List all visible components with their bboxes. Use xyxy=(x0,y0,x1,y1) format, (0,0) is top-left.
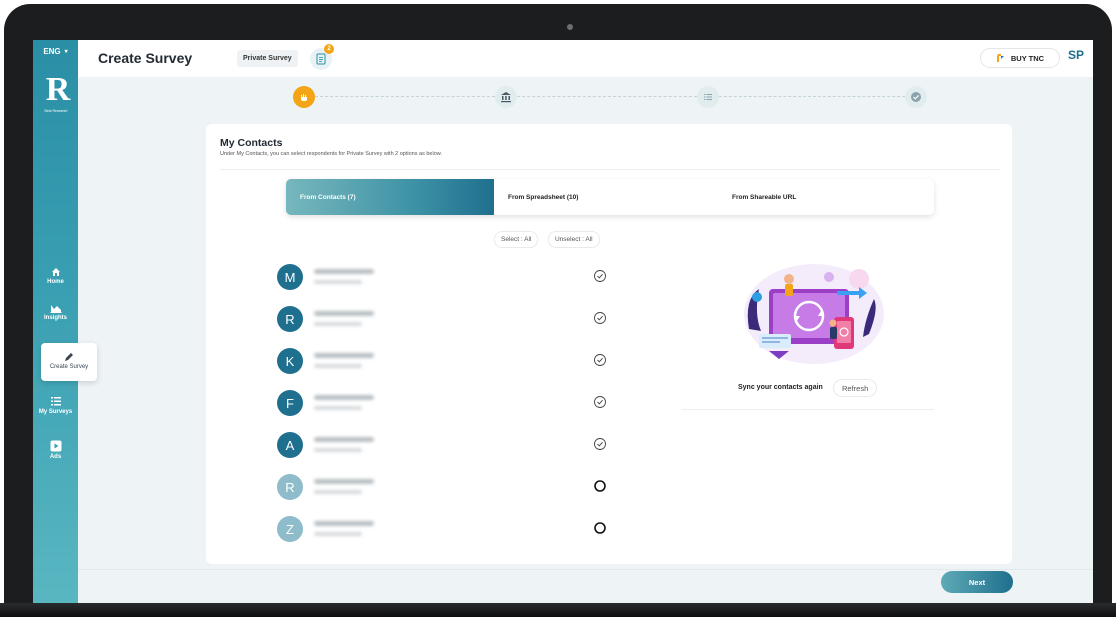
contact-avatar: R xyxy=(277,306,303,332)
insights-icon xyxy=(50,305,61,313)
checked-circle-icon[interactable] xyxy=(593,353,607,367)
contact-phone-redacted xyxy=(314,280,362,284)
source-tabs: From Contacts (7) From Spreadsheet (10) … xyxy=(286,179,934,215)
app-screen: ENG ▾ R Best Research Home Insights Crea… xyxy=(33,40,1093,603)
brand-logo[interactable]: R Best Research xyxy=(38,73,74,117)
check-icon xyxy=(911,92,921,102)
sidebar-item-my-surveys[interactable]: My Surveys xyxy=(33,395,78,415)
list-icon xyxy=(50,397,61,406)
contact-name-redacted xyxy=(314,269,374,274)
contact-avatar: M xyxy=(277,264,303,290)
language-selector[interactable]: ENG ▾ xyxy=(33,40,78,62)
sidebar-item-create-survey[interactable]: Create Survey xyxy=(41,343,97,381)
checked-circle-icon[interactable] xyxy=(593,311,607,325)
checked-circle-icon[interactable] xyxy=(593,269,607,283)
unchecked-circle-icon[interactable] xyxy=(593,521,607,535)
tab-from-shareable-url[interactable]: From Shareable URL xyxy=(718,179,934,215)
contact-phone-redacted xyxy=(314,532,362,536)
contact-row[interactable]: A xyxy=(277,432,607,466)
tab-from-contacts[interactable]: From Contacts (7) xyxy=(286,179,494,215)
brand-mark: R xyxy=(45,71,71,108)
contact-row[interactable]: K xyxy=(277,348,607,382)
camera-dot xyxy=(567,24,573,30)
brand-name: Best Research xyxy=(44,109,68,113)
sidebar-item-home[interactable]: Home xyxy=(33,267,78,285)
contact-name-redacted xyxy=(314,395,374,400)
sidebar: ENG ▾ R Best Research Home Insights Crea… xyxy=(33,40,97,603)
sidebar-item-ads[interactable]: Ads xyxy=(33,440,78,460)
buy-tnc-button[interactable]: BUY TNC xyxy=(980,48,1060,68)
checked-circle-icon[interactable] xyxy=(593,437,607,451)
contact-phone-redacted xyxy=(314,364,362,368)
divider xyxy=(682,409,934,410)
step-connector xyxy=(719,96,905,97)
laptop-frame: ENG ▾ R Best Research Home Insights Crea… xyxy=(0,0,1116,617)
survey-type-chip[interactable]: Private Survey xyxy=(237,50,298,67)
sidebar-item-label: Create Survey xyxy=(49,364,89,370)
contact-name-redacted xyxy=(314,311,374,316)
buy-tnc-label: BUY TNC xyxy=(1010,53,1045,63)
contact-row[interactable]: M xyxy=(277,264,607,298)
progress-stepper xyxy=(293,86,933,108)
document-icon xyxy=(316,53,326,65)
step-2[interactable] xyxy=(495,86,517,108)
select-all-button[interactable]: Select : All xyxy=(494,231,539,248)
chevron-down-icon: ▾ xyxy=(64,48,68,55)
contacts-card: My Contacts Under My Contacts, you can s… xyxy=(206,124,1012,564)
contact-phone-redacted xyxy=(314,490,362,494)
contact-name-redacted xyxy=(314,479,374,484)
step-connector xyxy=(315,96,495,97)
pencil-icon xyxy=(65,353,73,361)
sidebar-item-insights[interactable]: Insights xyxy=(33,303,78,321)
contact-phone-redacted xyxy=(314,406,362,410)
contact-avatar: F xyxy=(277,390,303,416)
laptop-base xyxy=(0,603,1116,617)
contact-name-redacted xyxy=(314,521,374,526)
sidebar-item-label: My Surveys xyxy=(38,409,73,415)
step-4[interactable] xyxy=(905,86,927,108)
contact-name-redacted xyxy=(314,353,374,358)
user-avatar[interactable]: SP xyxy=(1068,48,1084,62)
refresh-button[interactable]: Refresh xyxy=(833,379,878,397)
unselect-all-button[interactable]: Unselect : All xyxy=(548,231,600,248)
contact-avatar: Z xyxy=(277,516,303,542)
language-label: ENG xyxy=(43,46,61,56)
contact-avatar: K xyxy=(277,348,303,374)
sidebar-item-label: Ads xyxy=(49,454,62,460)
contact-name-redacted xyxy=(314,437,374,442)
contact-row[interactable]: F xyxy=(277,390,607,424)
sidebar-item-label: Home xyxy=(47,279,64,285)
contact-row[interactable]: R xyxy=(277,474,607,508)
tab-from-spreadsheet[interactable]: From Spreadsheet (10) xyxy=(494,179,718,215)
contact-row[interactable]: R xyxy=(277,306,607,340)
checked-circle-icon[interactable] xyxy=(593,395,607,409)
notification-badge: 2 xyxy=(324,44,334,54)
contact-avatar: R xyxy=(277,474,303,500)
footer-bar: Next xyxy=(78,569,1093,603)
sync-text: Sync your contacts again xyxy=(738,384,823,391)
next-button[interactable]: Next xyxy=(941,571,1013,593)
step-1[interactable] xyxy=(293,86,315,108)
sidebar-item-label: Insights xyxy=(43,315,67,321)
tnc-logo-icon xyxy=(996,54,1004,62)
contact-row[interactable]: Z xyxy=(277,516,607,550)
page-title: Create Survey xyxy=(98,50,193,66)
step-connector xyxy=(517,96,697,97)
unchecked-circle-icon[interactable] xyxy=(593,479,607,493)
top-header: Create Survey Private Survey 2 BUY TNC S… xyxy=(78,40,1093,77)
list-icon xyxy=(704,94,712,100)
contact-phone-redacted xyxy=(314,448,362,452)
divider xyxy=(220,169,1000,170)
sync-illustration xyxy=(744,264,884,364)
section-subtitle: Under My Contacts, you can select respon… xyxy=(220,151,442,157)
play-icon xyxy=(50,440,61,452)
hand-icon xyxy=(301,94,307,101)
step-3[interactable] xyxy=(697,86,719,108)
section-title: My Contacts xyxy=(220,137,283,149)
home-icon xyxy=(51,268,60,276)
bank-icon xyxy=(501,92,511,103)
contact-phone-redacted xyxy=(314,322,362,326)
contact-avatar: A xyxy=(277,432,303,458)
